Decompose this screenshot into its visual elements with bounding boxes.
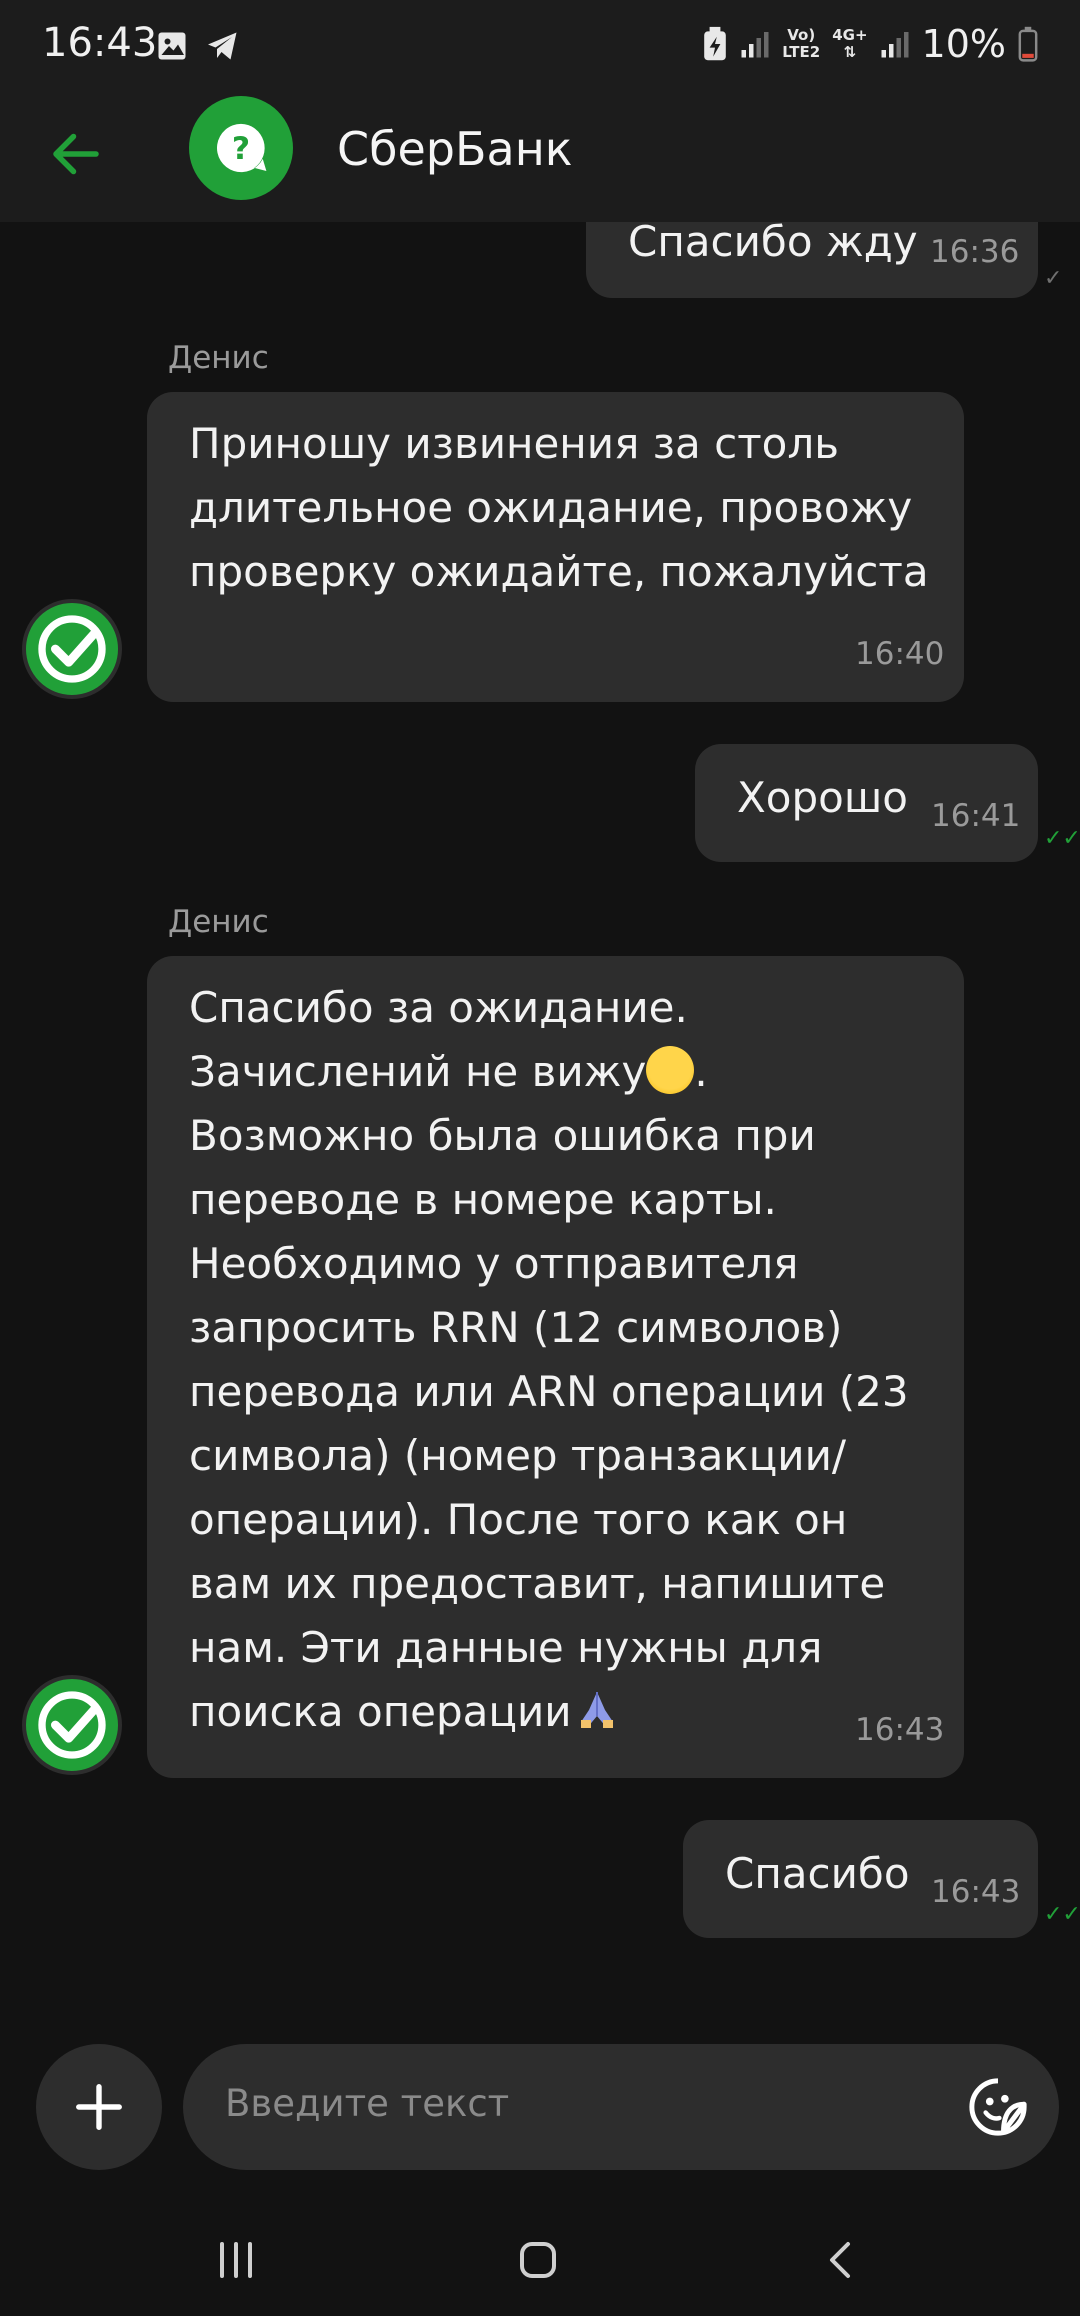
- status-time: 16:43: [42, 20, 158, 66]
- message-line: переводе в номере карты.: [189, 1175, 777, 1224]
- message-line: операции). После того как он: [189, 1495, 848, 1544]
- folded-hands-emoji-icon: [580, 1692, 613, 1728]
- message-input-placeholder: Введите текст: [225, 2082, 510, 2125]
- gallery-icon: [158, 32, 186, 60]
- sber-check-logo-icon: [38, 1691, 106, 1759]
- message-input[interactable]: Введите текст: [183, 2044, 1059, 2170]
- agent-avatar[interactable]: [22, 599, 122, 699]
- data-arrows-icon: ⇅: [843, 43, 857, 61]
- message-line: нам. Эти данные нужны для: [189, 1623, 823, 1672]
- chat-avatar[interactable]: ?: [189, 96, 293, 200]
- relieved-face-emoji-icon: [646, 1046, 695, 1094]
- message-line: Необходимо у отправителя: [189, 1239, 799, 1288]
- read-check-icon: ✓✓: [1044, 826, 1080, 851]
- message-time: 16:43: [931, 1874, 1021, 1910]
- recent-apps-icon[interactable]: [212, 2236, 260, 2284]
- message-list[interactable]: Спасибо жду 16:36 ✓ Денис Приношу извине…: [0, 222, 1080, 2022]
- lte-label: LTE2: [782, 43, 821, 61]
- sber-check-logo-icon: [38, 615, 106, 683]
- system-nav-bar: [0, 2196, 1080, 2316]
- message-line-text: Зачислений не вижу: [189, 1047, 647, 1096]
- sticker-button[interactable]: [965, 2074, 1031, 2140]
- message-line: длительное ожидание, провожу: [189, 483, 913, 532]
- attach-button[interactable]: [36, 2044, 162, 2170]
- status-left-icons: [154, 28, 242, 64]
- home-icon[interactable]: [514, 2236, 562, 2284]
- volte-label: Vo): [787, 26, 816, 44]
- signal-icon: [741, 32, 769, 58]
- message-line: Спасибо за ожидание.: [189, 983, 688, 1032]
- message-line: запросить RRN (12 символов): [189, 1303, 843, 1352]
- back-nav-icon[interactable]: [818, 2236, 866, 2284]
- telegram-icon: [208, 32, 237, 60]
- message-line: Зачислений не вижу.: [189, 1040, 708, 1104]
- message-line: Приношу извинения за столь: [189, 419, 839, 468]
- message-line-text: поиска операции: [189, 1687, 572, 1736]
- message-time: 16:36: [930, 234, 1020, 270]
- agent-avatar[interactable]: [22, 1675, 122, 1775]
- message-line: вам их предоставит, напишите: [189, 1559, 886, 1608]
- status-bar: 16:43 Vo) LTE2 4G+ ⇅ 10%: [0, 0, 1080, 96]
- message-bubble-incoming[interactable]: Приношу извинения за столь длительное ож…: [147, 392, 964, 702]
- sticker-icon: [969, 2078, 1027, 2136]
- network-type: 4G+ ⇅: [832, 27, 867, 61]
- message-bubble-incoming[interactable]: Спасибо за ожидание. Зачислений не вижу.…: [147, 956, 964, 1778]
- back-button[interactable]: [46, 124, 106, 184]
- chat-header: ? СберБанк: [0, 96, 1080, 222]
- message-text: Хорошо: [737, 773, 908, 822]
- status-right-icons: Vo) LTE2 4G+ ⇅ 10%: [702, 22, 1038, 66]
- message-line: проверку ожидайте, пожалуйста: [189, 547, 929, 596]
- network-label: Vo) LTE2: [782, 27, 820, 61]
- sent-check-icon: ✓: [1044, 266, 1063, 291]
- message-line-suffix: .: [694, 1047, 708, 1096]
- battery-icon: [1018, 26, 1038, 62]
- message-line: Возможно была ошибка при: [189, 1111, 816, 1160]
- battery-saver-icon: [704, 26, 727, 61]
- message-text: Спасибо: [725, 1849, 910, 1898]
- message-time: 16:41: [931, 798, 1021, 834]
- message-line: символа) (номер транзакции/: [189, 1431, 847, 1480]
- back-arrow-icon: [53, 133, 99, 175]
- message-bubble-outgoing[interactable]: Спасибо 16:43: [683, 1820, 1038, 1938]
- message-line: поиска операции: [189, 1680, 622, 1744]
- message-line: перевода или ARN операции (23: [189, 1367, 909, 1416]
- sender-name: Денис: [168, 340, 269, 376]
- message-bubble-outgoing[interactable]: Спасибо жду 16:36: [586, 222, 1038, 298]
- message-time: 16:43: [855, 1712, 945, 1748]
- sender-name: Денис: [168, 904, 269, 940]
- message-time: 16:40: [855, 636, 945, 672]
- battery-percent: 10%: [921, 22, 1006, 66]
- message-bubble-outgoing[interactable]: Хорошо 16:41: [695, 744, 1038, 862]
- question-chat-icon: ?: [217, 123, 267, 173]
- svg-text:?: ?: [232, 131, 250, 167]
- read-check-icon: ✓✓: [1044, 1902, 1080, 1927]
- network-type-label: 4G+: [832, 26, 868, 44]
- plus-icon: [76, 2084, 122, 2130]
- message-text: Спасибо жду: [628, 222, 918, 266]
- signal-icon: [881, 32, 909, 58]
- chat-title[interactable]: СберБанк: [337, 122, 573, 176]
